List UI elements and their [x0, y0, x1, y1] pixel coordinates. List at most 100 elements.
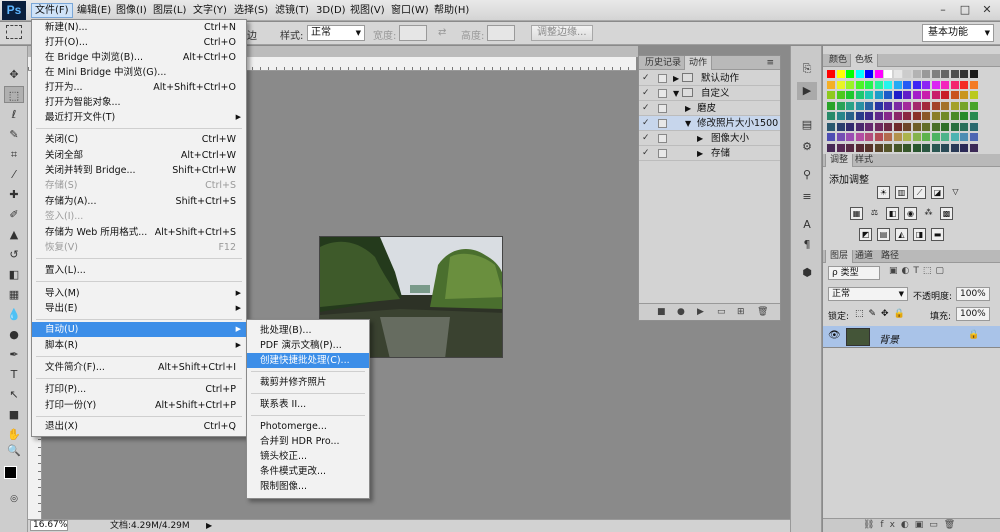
action-set-custom[interactable]: ✓ ▼ 自定义 [639, 86, 780, 101]
style-select[interactable]: 正常 ▼ [307, 25, 365, 41]
color-swatch[interactable] [884, 143, 892, 152]
color-swatch[interactable] [846, 80, 854, 89]
rect-marquee-tool-icon[interactable]: ⬚ [4, 86, 24, 103]
color-swatch[interactable] [827, 101, 835, 110]
color-swatch[interactable] [922, 91, 930, 99]
collapse-arrow-icon[interactable]: ▼ [685, 116, 691, 131]
submenu-item-fit-image[interactable]: 限制图像... [247, 479, 369, 494]
blend-mode-select[interactable]: 正常 ▼ [828, 287, 908, 301]
color-swatch[interactable] [865, 101, 873, 110]
color-swatch[interactable] [969, 101, 978, 110]
history-brush-tool-icon[interactable]: ↺ [4, 246, 24, 263]
color-swatch[interactable] [884, 70, 892, 78]
refine-edge-button[interactable]: 调整边缘... [531, 25, 593, 41]
color-swatch[interactable] [912, 143, 921, 152]
check-icon[interactable]: ✓ [642, 86, 652, 101]
color-swatch[interactable] [903, 70, 911, 78]
panel-menu-icon[interactable]: ≡ [762, 56, 778, 70]
width-input[interactable] [399, 25, 427, 41]
menu-item-save-for-web[interactable]: 存储为 Web 所用格式... Alt+Shift+Ctrl+S [32, 225, 246, 240]
color-swatch[interactable] [884, 91, 892, 99]
crop-tool-icon[interactable]: ⌗ [4, 146, 24, 163]
record-icon[interactable]: ● [677, 307, 685, 317]
color-swatch[interactable] [827, 133, 835, 141]
color-swatch[interactable] [827, 80, 835, 89]
move-tool-icon[interactable]: ✥ [4, 66, 24, 83]
submenu-item-lens-correction[interactable]: 镜头校正... [247, 449, 369, 464]
menu-item-save-as[interactable]: 存储为(A)... Shift+Ctrl+S [32, 194, 246, 209]
check-icon[interactable]: ✓ [642, 71, 652, 86]
brush-tool-icon[interactable]: ✐ [4, 206, 24, 223]
color-swatch[interactable] [931, 133, 940, 141]
lasso-tool-icon[interactable]: ℓ [4, 106, 24, 123]
color-swatch[interactable] [950, 112, 959, 120]
menu-type[interactable]: 文字(Y) [190, 3, 230, 18]
expand-arrow-icon[interactable]: ▶ [697, 131, 703, 146]
color-swatch[interactable] [846, 112, 854, 120]
submenu-item-crop-straighten[interactable]: 裁剪并修齐照片 [247, 375, 369, 390]
action-set-default[interactable]: ✓ ▶ 默认动作 [639, 71, 780, 86]
color-swatch[interactable] [912, 91, 921, 99]
check-icon[interactable]: ✓ [642, 131, 652, 146]
color-swatch[interactable] [931, 70, 940, 78]
action-resize-photo[interactable]: ✓ ▼ 修改照片大小1500 [639, 116, 780, 131]
tab-actions[interactable]: 动作 [684, 56, 713, 70]
pen-tool-icon[interactable]: ✒ [4, 346, 24, 363]
path-select-tool-icon[interactable]: ↖ [4, 386, 24, 403]
menu-item-exit[interactable]: 退出(X) Ctrl+Q [32, 419, 246, 434]
color-swatch[interactable] [950, 80, 959, 89]
color-swatch[interactable] [941, 101, 949, 110]
menu-item-file-info[interactable]: 文件简介(F)... Alt+Shift+Ctrl+I [32, 360, 246, 375]
hand-tool-icon[interactable]: ✋ [4, 426, 24, 443]
height-input[interactable] [487, 25, 515, 41]
lock-icons[interactable]: ⬚✎✥🔒 [855, 309, 910, 319]
channel-mixer-icon[interactable]: ⁂ [922, 207, 935, 220]
menu-layer[interactable]: 图层(L) [150, 3, 189, 18]
zoom-tool-icon[interactable]: 🔍 [4, 442, 24, 459]
menu-view[interactable]: 视图(V) [347, 3, 388, 18]
color-swatch[interactable] [865, 112, 873, 120]
color-swatch[interactable] [874, 80, 883, 89]
menu-item-scripts[interactable]: 脚本(R) ▶ [32, 338, 246, 353]
color-swatch[interactable] [836, 122, 845, 131]
dialog-toggle[interactable] [658, 149, 667, 158]
photo-filter-icon[interactable]: ◉ [904, 207, 917, 220]
color-swatch[interactable] [846, 133, 854, 141]
color-swatch[interactable] [912, 70, 921, 78]
menu-select[interactable]: 选择(S) [231, 3, 271, 18]
tab-history[interactable]: 历史记录 [641, 56, 685, 70]
color-swatch[interactable] [874, 112, 883, 120]
menu-item-close[interactable]: 关闭(C) Ctrl+W [32, 132, 246, 147]
menu-item-browse-mini-bridge[interactable]: 在 Mini Bridge 中浏览(G)... [32, 65, 246, 80]
maximize-icon[interactable]: □ [954, 2, 976, 18]
actions-panel-icon[interactable]: ▶ [797, 82, 817, 100]
brush-panel-icon[interactable]: ⚲ [797, 166, 817, 184]
color-swatch[interactable] [874, 70, 883, 78]
color-swatch[interactable] [903, 143, 911, 152]
threshold-icon[interactable]: ◭ [895, 228, 908, 241]
character-panel-icon[interactable]: A [797, 216, 817, 234]
stop-icon[interactable]: ■ [657, 307, 666, 317]
swap-icon[interactable]: ⇄ [438, 27, 456, 38]
tab-layers[interactable]: 图层 [825, 250, 854, 263]
check-icon[interactable]: ✓ [642, 101, 652, 116]
color-swatch[interactable] [865, 133, 873, 141]
color-swatch[interactable] [846, 91, 854, 99]
menu-item-open-smart-object[interactable]: 打开为智能对象... [32, 95, 246, 110]
new-action-icon[interactable]: ⊞ [737, 307, 745, 317]
color-swatch[interactable] [950, 133, 959, 141]
submenu-item-batch[interactable]: 批处理(B)... [247, 323, 369, 338]
color-lookup-icon[interactable]: ▩ [940, 207, 953, 220]
color-swatch[interactable] [903, 112, 911, 120]
color-swatch[interactable] [969, 91, 978, 99]
color-swatch[interactable] [960, 133, 968, 141]
menu-item-browse-bridge[interactable]: 在 Bridge 中浏览(B)... Alt+Ctrl+O [32, 50, 246, 65]
fill-input[interactable]: 100% [956, 307, 990, 321]
submenu-item-merge-hdr[interactable]: 合并到 HDR Pro... [247, 434, 369, 449]
color-swatch[interactable] [903, 91, 911, 99]
color-swatch[interactable] [865, 91, 873, 99]
color-swatch[interactable] [941, 91, 949, 99]
color-swatch[interactable] [836, 70, 845, 78]
color-swatch[interactable] [846, 122, 854, 131]
color-swatch[interactable] [922, 143, 930, 152]
